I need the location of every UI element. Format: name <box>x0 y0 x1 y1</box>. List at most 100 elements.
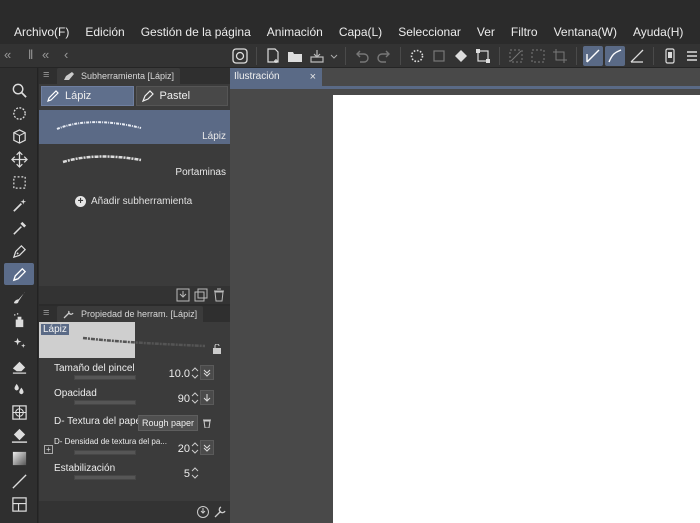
menu-edicion[interactable]: Edición <box>77 25 132 39</box>
snap-grid-icon[interactable] <box>627 46 647 66</box>
panel-grip-icon[interactable]: ‖ <box>28 47 33 63</box>
busy-spinner-icon[interactable] <box>407 46 427 66</box>
copy-icon[interactable] <box>194 288 208 302</box>
eyedropper-tool-icon[interactable] <box>4 217 34 239</box>
pastel-icon <box>141 90 154 103</box>
snap-special-ruler-icon[interactable] <box>605 46 625 66</box>
group-pastel-button[interactable]: Pastel <box>135 86 228 106</box>
collapse-left-icon[interactable]: « <box>4 47 11 63</box>
panel-menu-icon[interactable]: ≡ <box>43 307 49 319</box>
brush-size-slider[interactable] <box>74 375 136 380</box>
open-file-icon[interactable] <box>285 46 305 66</box>
gradient-tool-icon[interactable] <box>4 447 34 469</box>
menu-filtro[interactable]: Filtro <box>503 25 546 39</box>
auto-select-tool-icon[interactable] <box>4 194 34 216</box>
menu-ver[interactable]: Ver <box>469 25 503 39</box>
menu-ayuda[interactable]: Ayuda(H) <box>625 25 691 39</box>
collapse-left-icon[interactable]: « <box>42 47 49 63</box>
fill-tool-icon[interactable] <box>4 424 34 446</box>
download-icon[interactable] <box>176 288 190 302</box>
close-icon[interactable]: × <box>310 68 316 86</box>
group-pastel-label: Pastel <box>159 90 191 102</box>
eraser-tool-icon[interactable] <box>4 355 34 377</box>
transform-icon[interactable] <box>473 46 493 66</box>
opacity-slider[interactable] <box>74 400 136 405</box>
property-name: Tamaño del pincel <box>54 363 135 374</box>
selection-tool-icon[interactable] <box>4 171 34 193</box>
device-icon[interactable] <box>660 46 680 66</box>
trash-icon[interactable] <box>212 288 226 302</box>
spinner-arrows-icon[interactable] <box>191 441 199 455</box>
toolbar-separator <box>653 47 654 65</box>
spinner-arrows-icon[interactable] <box>191 466 199 480</box>
rotate-tool-icon[interactable] <box>4 102 34 124</box>
invert-selection-icon[interactable] <box>528 46 548 66</box>
menu-icon[interactable] <box>682 46 700 66</box>
clear-texture-button[interactable] <box>200 415 214 430</box>
group-lapiz-button[interactable]: Lápiz <box>41 86 134 106</box>
menu-gestion-pagina[interactable]: Gestión de la página <box>133 25 259 39</box>
property-value[interactable]: 5 <box>184 468 190 480</box>
paper-texture-select[interactable]: Rough paper <box>137 415 198 431</box>
redo-icon[interactable] <box>374 46 394 66</box>
tool-property-panel: ≡ Propiedad de herram. [Lápiz] Lápiz Tam… <box>39 306 230 523</box>
save-icon[interactable] <box>307 46 327 66</box>
toolbar-separator <box>499 47 500 65</box>
spinner-arrows-icon[interactable] <box>191 366 199 380</box>
zoom-tool-icon[interactable] <box>4 79 34 101</box>
subtool-panel-footer <box>39 286 230 304</box>
pressure-settings-button[interactable] <box>200 365 214 380</box>
lock-icon[interactable] <box>212 344 222 354</box>
opacity-settings-button[interactable] <box>200 390 214 405</box>
brush-item-portaminas[interactable]: Portaminas <box>39 146 230 180</box>
pencil-tool-icon[interactable] <box>4 263 34 285</box>
canvas-paper[interactable] <box>333 95 700 523</box>
property-value[interactable]: 20 <box>178 443 190 455</box>
crop-icon[interactable] <box>550 46 570 66</box>
deselect-icon[interactable] <box>506 46 526 66</box>
add-subtool-button[interactable]: + Añadir subherramienta <box>75 196 192 207</box>
menu-ventana[interactable]: Ventana(W) <box>546 25 625 39</box>
stabilization-slider[interactable] <box>74 475 136 480</box>
density-settings-button[interactable] <box>200 440 214 455</box>
frame-tool-icon[interactable] <box>4 493 34 515</box>
move-tool-icon[interactable] <box>4 148 34 170</box>
brush-tool-icon[interactable] <box>4 286 34 308</box>
airbrush-tool-icon[interactable] <box>4 309 34 331</box>
tab-subtool[interactable]: Subherramienta [Lápiz] <box>57 68 181 84</box>
clear-icon[interactable] <box>429 46 449 66</box>
property-name: Estabilización <box>54 463 116 474</box>
tab-subtool-label: Subherramienta [Lápiz] <box>81 71 175 81</box>
panel-menu-icon[interactable]: ≡ <box>43 69 49 81</box>
decoration-tool-icon[interactable] <box>4 332 34 354</box>
undo-icon[interactable] <box>352 46 372 66</box>
app-logo-icon[interactable] <box>230 46 250 66</box>
figure-tool-icon[interactable] <box>4 401 34 423</box>
expand-icon[interactable]: + <box>44 445 53 454</box>
tab-tool-property[interactable]: Propiedad de herram. [Lápiz] <box>57 306 204 322</box>
property-value[interactable]: 90 <box>178 393 190 405</box>
property-value[interactable]: 10.0 <box>169 368 190 380</box>
line-tool-icon[interactable] <box>4 470 34 492</box>
dropdown-icon[interactable] <box>329 46 339 66</box>
brush-stroke-preview <box>62 155 142 164</box>
menu-seleccionar[interactable]: Seleccionar <box>390 25 469 39</box>
texture-density-slider[interactable] <box>74 450 136 455</box>
new-file-icon[interactable] <box>263 46 283 66</box>
reset-icon[interactable] <box>196 505 210 519</box>
snap-ruler-icon[interactable] <box>583 46 603 66</box>
menu-animacion[interactable]: Animación <box>259 25 331 39</box>
object-tool-icon[interactable] <box>4 125 34 147</box>
document-tab-label: Ilustración <box>234 71 280 82</box>
pen-tool-icon[interactable] <box>4 240 34 262</box>
menu-archivo[interactable]: Archivo(F) <box>6 25 77 39</box>
tab-tool-property-label: Propiedad de herram. [Lápiz] <box>81 309 198 319</box>
fill-icon[interactable] <box>451 46 471 66</box>
menu-capa[interactable]: Capa(L) <box>331 25 390 39</box>
brush-item-lapiz[interactable]: Lápiz <box>39 110 230 144</box>
blend-tool-icon[interactable] <box>4 378 34 400</box>
wrench-icon[interactable] <box>213 505 227 519</box>
chevron-left-icon[interactable]: ‹ <box>64 47 68 63</box>
tab-document[interactable]: Ilustración × <box>230 68 322 86</box>
spinner-arrows-icon[interactable] <box>191 391 199 405</box>
